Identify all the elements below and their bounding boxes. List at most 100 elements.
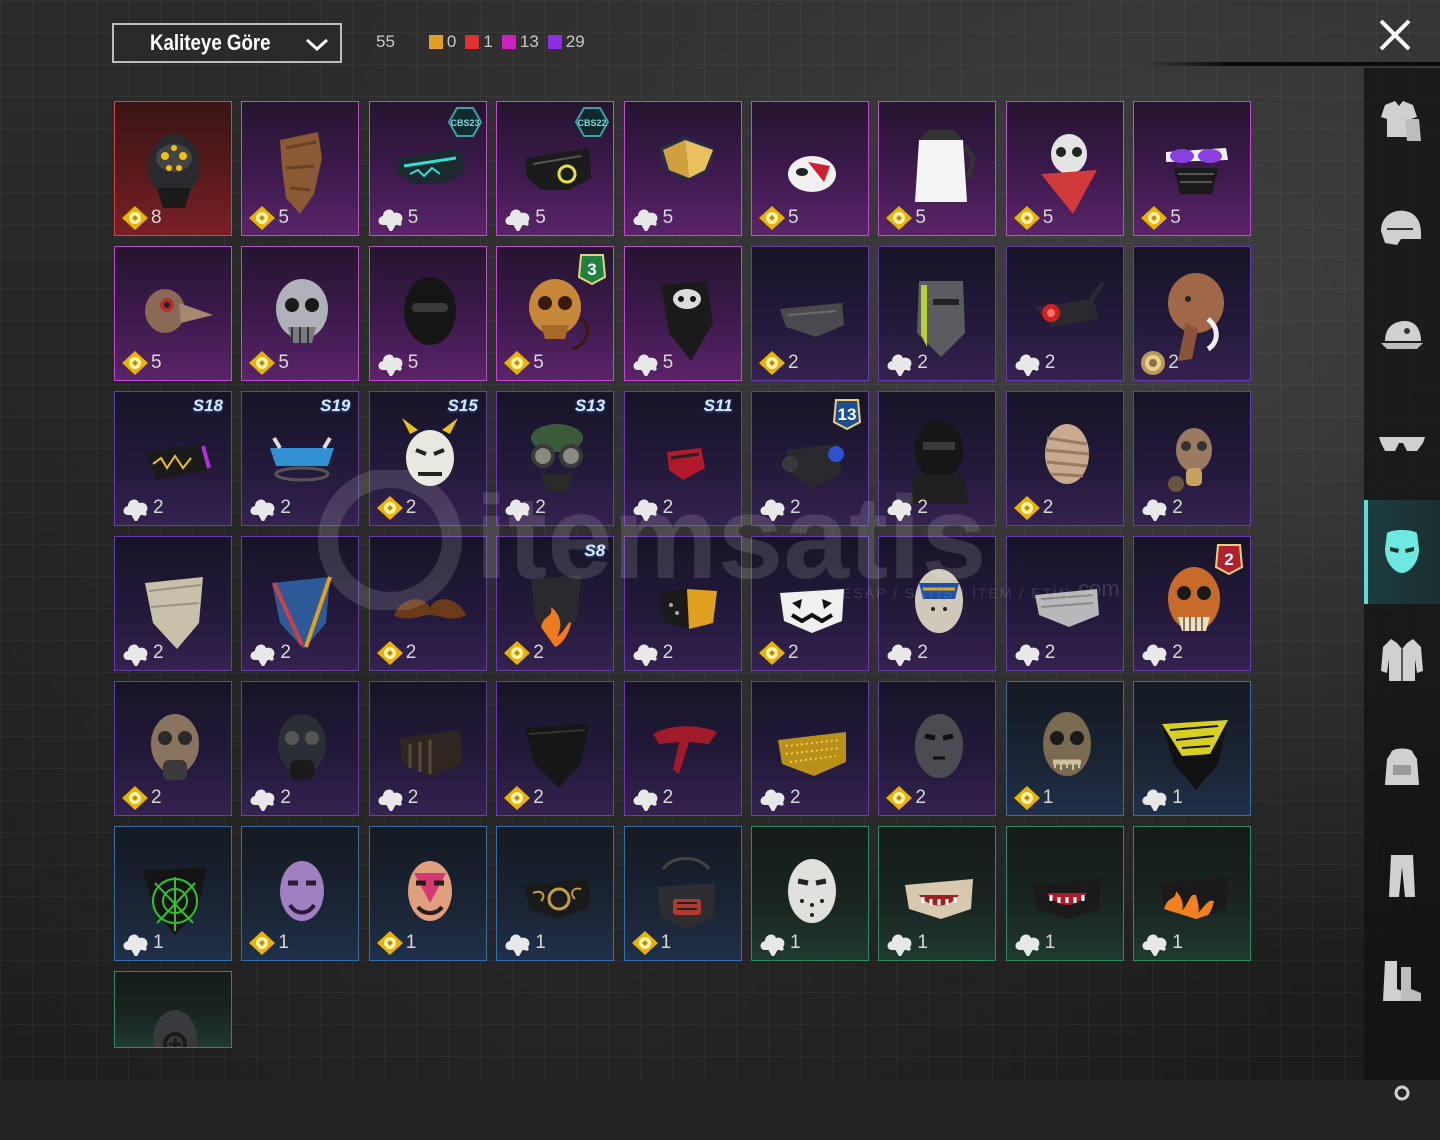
- ag-cloud-icon: [633, 644, 658, 666]
- inventory-item[interactable]: 2: [241, 681, 360, 816]
- inventory-item[interactable]: 2: [751, 536, 869, 671]
- item-quantity: 5: [535, 207, 546, 228]
- item-quantity: 2: [405, 642, 417, 663]
- inventory-item[interactable]: 1: [623, 826, 742, 961]
- price-tag: 5: [121, 350, 162, 376]
- inventory-item[interactable]: 1: [496, 826, 615, 961]
- price-tag: 5: [503, 350, 544, 376]
- inventory-item[interactable]: 2: [878, 681, 997, 816]
- inventory-item[interactable]: [114, 971, 232, 1048]
- mask-art: [656, 857, 715, 929]
- inventory-item[interactable]: 2: [623, 681, 742, 816]
- bp-coin-icon: [1013, 786, 1040, 810]
- sidebar-item-outfit[interactable]: [1364, 70, 1440, 174]
- inventory-item[interactable]: S19 2: [241, 391, 360, 526]
- inventory-item[interactable]: 5: [623, 101, 742, 236]
- ag-cloud-icon: [123, 499, 148, 521]
- item-quantity: 2: [407, 787, 419, 808]
- inventory-item[interactable]: 22: [1133, 536, 1252, 671]
- inventory-item[interactable]: 5: [878, 101, 997, 236]
- ag-cloud-icon: [1142, 934, 1167, 956]
- inventory-item[interactable]: 2: [751, 681, 869, 816]
- inventory-item[interactable]: 2: [114, 536, 232, 671]
- inventory-item[interactable]: 2: [368, 681, 487, 816]
- inventory-item[interactable]: 5: [241, 246, 360, 381]
- price-tag: 1: [1013, 930, 1056, 956]
- item-quantity: 1: [1044, 932, 1056, 953]
- inventory-item[interactable]: S15 2: [368, 391, 487, 526]
- bp-coin-icon: [631, 931, 658, 955]
- sidebar-item-mask[interactable]: [1364, 500, 1440, 604]
- price-tag: 2: [248, 785, 291, 811]
- bp-coin-icon: [1013, 206, 1040, 230]
- inventory-item[interactable]: 2: [878, 246, 997, 381]
- inventory-item[interactable]: 1: [751, 826, 869, 961]
- inventory-item[interactable]: 5: [1133, 101, 1252, 236]
- backpack-icon: [1385, 748, 1419, 785]
- inventory-item[interactable]: 1: [1133, 681, 1252, 816]
- sidebar-item-boots[interactable]: [1364, 930, 1440, 1034]
- item-quantity: 2: [535, 497, 546, 518]
- mask-art: [272, 576, 333, 649]
- inventory-item[interactable]: 2: [1005, 391, 1124, 526]
- inventory-item[interactable]: 13 2: [751, 391, 869, 526]
- inventory-item[interactable]: S8 2: [496, 536, 615, 671]
- ag-cloud-icon: [887, 499, 912, 521]
- inventory-item[interactable]: 1: [878, 826, 997, 961]
- inventory-item[interactable]: CBS22 5: [496, 101, 615, 236]
- inventory-item[interactable]: 5: [751, 101, 869, 236]
- sort-label: Kaliteye Göre: [150, 30, 271, 55]
- sidebar-item-more[interactable]: [1364, 1036, 1440, 1140]
- sidebar-item-cap[interactable]: [1364, 286, 1440, 390]
- item-quantity: 2: [1172, 642, 1183, 663]
- inventory-item[interactable]: 2: [878, 536, 997, 671]
- mask-art: [399, 730, 462, 776]
- inventory-item[interactable]: 1: [241, 826, 360, 961]
- inventory-item[interactable]: CBS23 5: [368, 101, 487, 236]
- inventory-item[interactable]: 35: [496, 246, 615, 381]
- inventory-item[interactable]: 8: [114, 101, 232, 236]
- sidebar-item-glasses[interactable]: [1364, 394, 1440, 498]
- sidebar-item-backpack[interactable]: [1364, 716, 1440, 820]
- inventory-item[interactable]: 2: [623, 536, 742, 671]
- inventory-item[interactable]: S11 2: [623, 391, 742, 526]
- inventory-item[interactable]: 1: [114, 826, 232, 961]
- sort-dropdown[interactable]: Kaliteye Göre: [112, 23, 342, 63]
- inventory-item[interactable]: 2: [751, 246, 869, 381]
- sidebar-item-pants[interactable]: [1364, 824, 1440, 928]
- close-button[interactable]: [1377, 17, 1413, 53]
- boots-icon: [1383, 961, 1421, 1001]
- mask-art: [1044, 424, 1089, 484]
- inventory-item[interactable]: 2: [1005, 246, 1124, 381]
- inventory-item[interactable]: S18 2: [114, 391, 232, 526]
- inventory-item[interactable]: 2: [241, 536, 360, 671]
- inventory-item[interactable]: 5: [368, 246, 487, 381]
- sidebar-item-jacket[interactable]: [1364, 608, 1440, 712]
- item-quantity: 8: [151, 207, 162, 228]
- inventory-item[interactable]: 1: [1133, 826, 1252, 961]
- inventory-item[interactable]: 2: [1133, 246, 1252, 381]
- inventory-item[interactable]: 2: [1133, 391, 1252, 526]
- inventory-item[interactable]: 2: [878, 391, 997, 526]
- bp-coin-icon: [376, 931, 403, 955]
- inventory-item[interactable]: 1: [1005, 826, 1124, 961]
- ag-cloud-icon: [378, 354, 403, 376]
- price-tag: 2: [758, 495, 801, 521]
- item-quantity: 2: [153, 642, 164, 663]
- item-quantity: 2: [917, 642, 928, 663]
- inventory-item[interactable]: 2: [114, 681, 232, 816]
- inventory-item[interactable]: 2: [496, 681, 615, 816]
- inventory-item[interactable]: 2: [1005, 536, 1124, 671]
- inventory-item[interactable]: 2: [368, 536, 487, 671]
- sidebar-item-helmet[interactable]: [1364, 178, 1440, 282]
- inventory-item[interactable]: 1: [368, 826, 487, 961]
- cbs-badge-icon: CBS23: [447, 107, 482, 137]
- inventory-item[interactable]: S13 2: [496, 391, 615, 526]
- inventory-item[interactable]: 5: [114, 246, 232, 381]
- item-quantity: 2: [917, 352, 928, 373]
- inventory-item[interactable]: 5: [1005, 101, 1124, 236]
- inventory-item[interactable]: 5: [623, 246, 742, 381]
- mask-art: [915, 569, 964, 633]
- inventory-item[interactable]: 1: [1005, 681, 1124, 816]
- inventory-item[interactable]: 5: [241, 101, 360, 236]
